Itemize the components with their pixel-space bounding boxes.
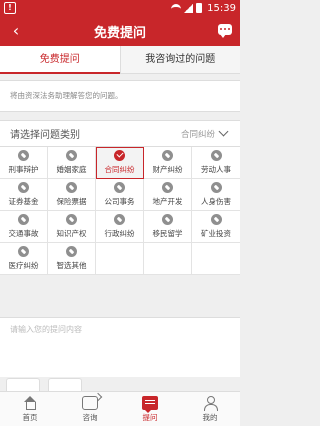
category-selector[interactable]: 请选择问题类别 合同纠纷 [0, 120, 240, 146]
category-item[interactable]: 人身伤害 [192, 179, 240, 211]
category-item[interactable]: 矿业投资 [192, 211, 240, 243]
category-item[interactable]: 婚姻家庭 [48, 147, 96, 179]
tag-icon [66, 182, 77, 193]
nav-home[interactable]: 首页 [0, 392, 60, 426]
category-item-label: 人身伤害 [201, 197, 231, 206]
chat-bubble-icon[interactable] [218, 24, 232, 38]
tag-icon [162, 182, 173, 193]
tag-icon [210, 214, 222, 225]
status-bar: ! 15:39 [0, 0, 240, 16]
tag-icon [18, 182, 29, 193]
category-item-label: 财产纠纷 [152, 165, 183, 174]
user-icon [202, 395, 218, 411]
page-title: 免费提问 [93, 26, 146, 41]
category-item[interactable]: 证券基金 [0, 179, 48, 211]
category-item[interactable]: 劳动人事 [192, 147, 240, 179]
category-item[interactable]: 智选其他 [48, 243, 96, 275]
category-item[interactable]: 财产纠纷 [144, 147, 192, 179]
attachment-bar [6, 378, 82, 392]
status-time: 15:39 [207, 2, 236, 14]
tag-icon [18, 246, 29, 257]
tag-icon [66, 214, 77, 225]
category-item-label: 移民留学 [152, 229, 183, 238]
category-item-label: 地产开发 [152, 197, 183, 206]
home-icon [22, 395, 38, 410]
category-item-label: 公司事务 [104, 197, 135, 206]
category-item[interactable]: 知识产权 [48, 211, 96, 243]
bottom-nav: 首页 咨询 提问 我的 [0, 391, 240, 426]
nav-ask[interactable]: 提问 [120, 392, 180, 426]
tag-icon [162, 150, 173, 161]
question-placeholder: 请输入您的提问内容 [10, 325, 82, 334]
ask-icon [142, 395, 158, 413]
category-item[interactable]: 公司事务 [96, 179, 144, 211]
attach-voice-button[interactable] [48, 378, 82, 392]
category-item[interactable]: 刑事辩护 [0, 147, 48, 179]
category-item-label: 刑事辩护 [8, 165, 39, 174]
nav-me-label: 我的 [202, 412, 218, 422]
category-item[interactable]: 行政纠纷 [96, 211, 144, 243]
intro-text: 将由资深法务助理解答您的问题。 [0, 80, 240, 112]
nav-me[interactable]: 我的 [180, 392, 240, 426]
category-item[interactable]: 地产开发 [144, 179, 192, 211]
question-input[interactable]: 请输入您的提问内容 [0, 317, 240, 377]
tag-icon [210, 182, 222, 193]
nav-ask-label: 提问 [142, 412, 158, 422]
tag-icon [114, 182, 125, 193]
notification-icon: ! [4, 2, 16, 14]
category-item-label: 智选其他 [56, 261, 87, 270]
tag-icon [66, 150, 77, 161]
category-item-label: 保险票据 [56, 197, 87, 206]
category-item-label: 矿业投资 [201, 229, 231, 238]
category-item-label: 婚姻家庭 [56, 165, 87, 174]
tag-icon [114, 214, 125, 225]
phone-icon [82, 395, 98, 410]
category-item[interactable]: 交通事故 [0, 211, 48, 243]
attach-image-button[interactable] [6, 378, 40, 392]
chevron-down-icon [218, 126, 229, 137]
nav-consult-label: 咨询 [82, 412, 98, 422]
tag-icon [18, 150, 29, 161]
tab-free-question[interactable]: 免费提问 [0, 46, 120, 74]
tag-icon [162, 214, 173, 225]
category-item-label: 交通事故 [8, 229, 39, 238]
category-empty-cell [192, 243, 240, 275]
category-item-label: 知识产权 [56, 229, 87, 238]
category-item[interactable]: 保险票据 [48, 179, 96, 211]
tag-icon [18, 214, 29, 225]
category-empty-cell [96, 243, 144, 275]
category-selected-value: 合同纠纷 [180, 129, 215, 140]
category-item-label: 合同纠纷 [104, 165, 135, 174]
app-bar: ‹ 免费提问 [0, 16, 240, 46]
category-empty-cell [144, 243, 192, 275]
tab-bar: 免费提问 我咨询过的问题 [0, 46, 240, 74]
check-circle-icon [114, 150, 125, 161]
nav-consult[interactable]: 咨询 [60, 392, 120, 426]
category-item[interactable]: 合同纠纷 [96, 147, 144, 179]
status-icons: 15:39 [171, 2, 236, 14]
category-item-label: 劳动人事 [201, 165, 231, 174]
tab-my-questions[interactable]: 我咨询过的问题 [119, 46, 240, 73]
tag-icon [66, 246, 77, 257]
category-item-label: 证券基金 [8, 197, 39, 206]
signal-icon [184, 3, 194, 13]
nav-home-label: 首页 [22, 412, 38, 422]
wifi-icon [171, 4, 182, 12]
category-item-label: 行政纠纷 [104, 229, 135, 238]
category-grid: 刑事辩护 婚姻家庭 合同纠纷 财产纠纷 劳动人事证券基金 保险票据 公司事务 地产开发 人身伤害… [0, 146, 240, 275]
category-item[interactable]: 移民留学 [144, 211, 192, 243]
battery-icon [196, 3, 203, 13]
category-label: 请选择问题类别 [10, 130, 80, 141]
category-item[interactable]: 医疗纠纷 [0, 243, 48, 275]
tag-icon [210, 150, 222, 161]
category-dropdown[interactable]: 合同纠纷 [180, 126, 230, 140]
category-item-label: 医疗纠纷 [8, 261, 39, 270]
